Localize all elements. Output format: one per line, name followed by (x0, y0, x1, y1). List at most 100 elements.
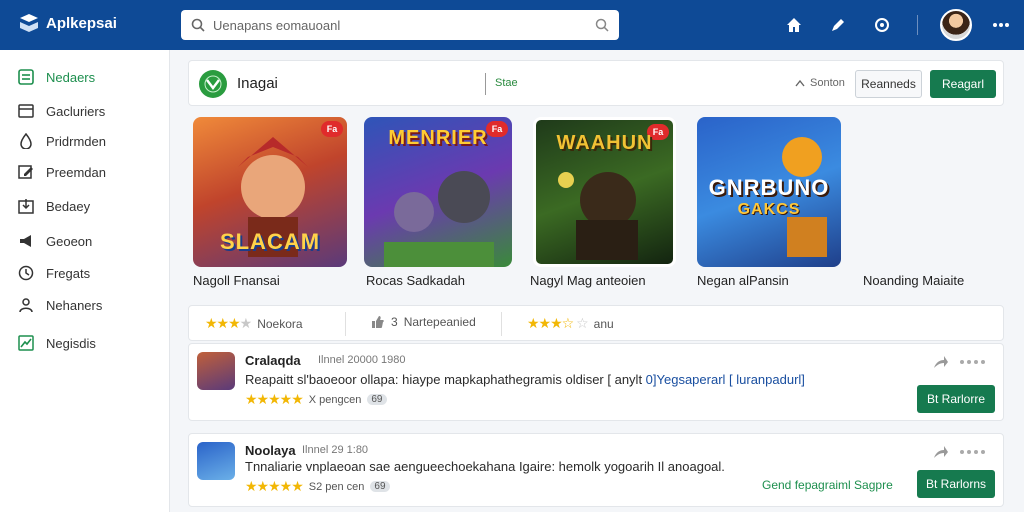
rating-filter-2[interactable]: 3 Nartepeanied (371, 315, 476, 329)
chevron-up-icon (795, 79, 805, 87)
brand[interactable]: Aplkepsai (18, 12, 117, 34)
pen-icon[interactable] (827, 14, 849, 36)
game-tile-4[interactable]: GNRBUNO GAKCS (697, 117, 841, 267)
search-input[interactable] (213, 17, 595, 33)
rating-filter-1[interactable]: ★★★★ Noekora (205, 315, 303, 332)
star-rating: ★★★★★ (245, 391, 304, 407)
top-bar: Aplkepsai (0, 0, 1024, 50)
review-thumbnail[interactable] (197, 352, 235, 390)
clock-icon (18, 265, 34, 281)
review-rating-text: S2 pen cen (308, 480, 365, 493)
tile-title: GNRBUNO (708, 175, 830, 200)
tile-title: WAAHUN (556, 132, 653, 154)
tile-badge: Fa (321, 121, 343, 137)
star-rating: ★★★★★ (245, 478, 304, 494)
chart-icon (18, 335, 34, 351)
tile-caption[interactable]: Nagoll Fnansai (193, 273, 280, 288)
count-badge: 69 (370, 481, 390, 492)
thumb-icon (372, 316, 384, 328)
sidebar-item-label: Pridrmden (46, 133, 106, 149)
secondary-button[interactable]: Reanneds (855, 70, 922, 98)
review-rating: ★★★★★ S2 pen cen 69 (245, 478, 390, 495)
sidebar-item-label: Nedaers (46, 69, 96, 85)
sort-control[interactable]: Sonton (795, 77, 845, 89)
divider (485, 73, 486, 95)
review-thumbnail[interactable] (197, 442, 235, 480)
drop-icon (20, 133, 32, 149)
sidebar-item-bedaey[interactable]: Bedaey (18, 195, 90, 217)
sidebar-item-label: Negisdis (46, 335, 96, 351)
sidebar-item-label: Preemdan (46, 164, 106, 180)
rating-filter-3[interactable]: ★★★☆ ☆ anu (527, 315, 614, 332)
avatar[interactable] (940, 9, 972, 41)
review-actions (933, 355, 985, 369)
share-icon[interactable] (933, 355, 949, 369)
rating-filter-label: anu (593, 316, 614, 331)
review-actions (933, 445, 985, 459)
review-action-button[interactable]: Bt Rarlorns (917, 470, 995, 498)
star-rating: ★★★☆ ☆ (527, 315, 589, 331)
review-card: Noolaya Ilnnel 29 1:80 Tnnaliarie vnplae… (188, 433, 1004, 507)
refresh-icon[interactable] (871, 14, 893, 36)
sidebar-item-preemdan[interactable]: Preemdan (18, 161, 106, 183)
rating-filter-label: Nartepeanied (403, 315, 476, 329)
more-icon[interactable] (959, 359, 985, 365)
divider (345, 312, 346, 336)
top-divider (917, 15, 918, 35)
tile-title: SLACAM (219, 229, 321, 254)
search-submit-icon[interactable] (595, 18, 609, 32)
game-tile-2[interactable]: Fa MENRIER (364, 117, 512, 267)
download-icon (18, 199, 34, 214)
share-icon[interactable] (933, 445, 949, 459)
sidebar-item-geoeon[interactable]: Geoeon (18, 230, 92, 252)
megaphone-icon (20, 235, 31, 247)
review-meta: Ilnnel 20000 1980 (318, 354, 406, 366)
board-icon (18, 104, 34, 118)
sort-label: Sonton (810, 77, 845, 89)
count-badge: 69 (367, 394, 387, 405)
sidebar-item-nedaers[interactable]: Nedaers (18, 66, 95, 88)
sidebar-item-label: Gacluriers (46, 103, 106, 119)
review-text: Tnnaliarie vnplaeoan sae aengueechoekaha… (245, 459, 725, 474)
divider (501, 312, 502, 336)
sidebar: Nedaers Gacluriers Pridrmden Preemdan Be… (0, 50, 170, 512)
more-icon[interactable] (959, 449, 985, 455)
tile-caption[interactable]: Noanding Maiaite (863, 273, 964, 288)
home-icon[interactable] (783, 14, 805, 36)
tile-subtitle: GAKCS (737, 201, 801, 218)
brand-name: Aplkepsai (46, 14, 117, 32)
review-card: Cralaqda Ilnnel 20000 1980 Reapaitt sl'b… (188, 343, 1004, 421)
review-text: Reapaitt sl'baoeoor ollapa: hiaype mapka… (245, 372, 805, 387)
search-bar[interactable] (181, 10, 619, 40)
brand-logo-icon (20, 14, 38, 32)
review-link[interactable]: Gend fepagraiml Sagpre (762, 478, 893, 492)
list-icon (18, 69, 34, 85)
tile-caption[interactable]: Rocas Sadkadah (366, 273, 465, 288)
sidebar-item-fregats[interactable]: Fregats (18, 262, 90, 284)
review-meta: Ilnnel 29 1:80 (302, 444, 369, 456)
review-author: Cralaqda (245, 353, 301, 368)
sidebar-item-label: Nehaners (46, 297, 103, 313)
primary-button[interactable]: Reagarl (930, 70, 996, 98)
sidebar-item-pridrmden[interactable]: Pridrmden (18, 130, 106, 152)
sidebar-item-nehaners[interactable]: Nehaners (18, 294, 102, 316)
rating-filter-label: Noekora (257, 316, 303, 331)
search-icon (191, 18, 205, 32)
game-tile-1[interactable]: Fa SLACAM (193, 117, 347, 267)
sidebar-item-negisdis[interactable]: Negisdis (18, 332, 96, 354)
review-rating: ★★★★★ X pengcen 69 (245, 391, 387, 408)
rating-filter-bar: ★★★★ Noekora 3 Nartepeanied ★★★☆ ☆ anu (188, 305, 1004, 341)
sidebar-item-label: Bedaey (46, 198, 91, 214)
app-name: Inagai (237, 75, 278, 92)
tile-caption[interactable]: Negan alPansin (697, 273, 789, 288)
review-author: Noolaya (245, 443, 296, 458)
sidebar-item-gacluriers[interactable]: Gacluriers (18, 100, 105, 122)
top-icons (783, 0, 1024, 50)
more-icon[interactable] (990, 14, 1012, 36)
rating-filter-count: 3 (391, 315, 398, 329)
review-action-button[interactable]: Bt Rarlorre (917, 385, 995, 413)
game-tile-3[interactable]: Fa WAAHUN (533, 117, 676, 267)
tile-title: MENRIER (388, 127, 488, 149)
tile-caption[interactable]: Nagyl Mag anteoien (530, 273, 646, 288)
sidebar-item-label: Geoeon (46, 233, 93, 249)
